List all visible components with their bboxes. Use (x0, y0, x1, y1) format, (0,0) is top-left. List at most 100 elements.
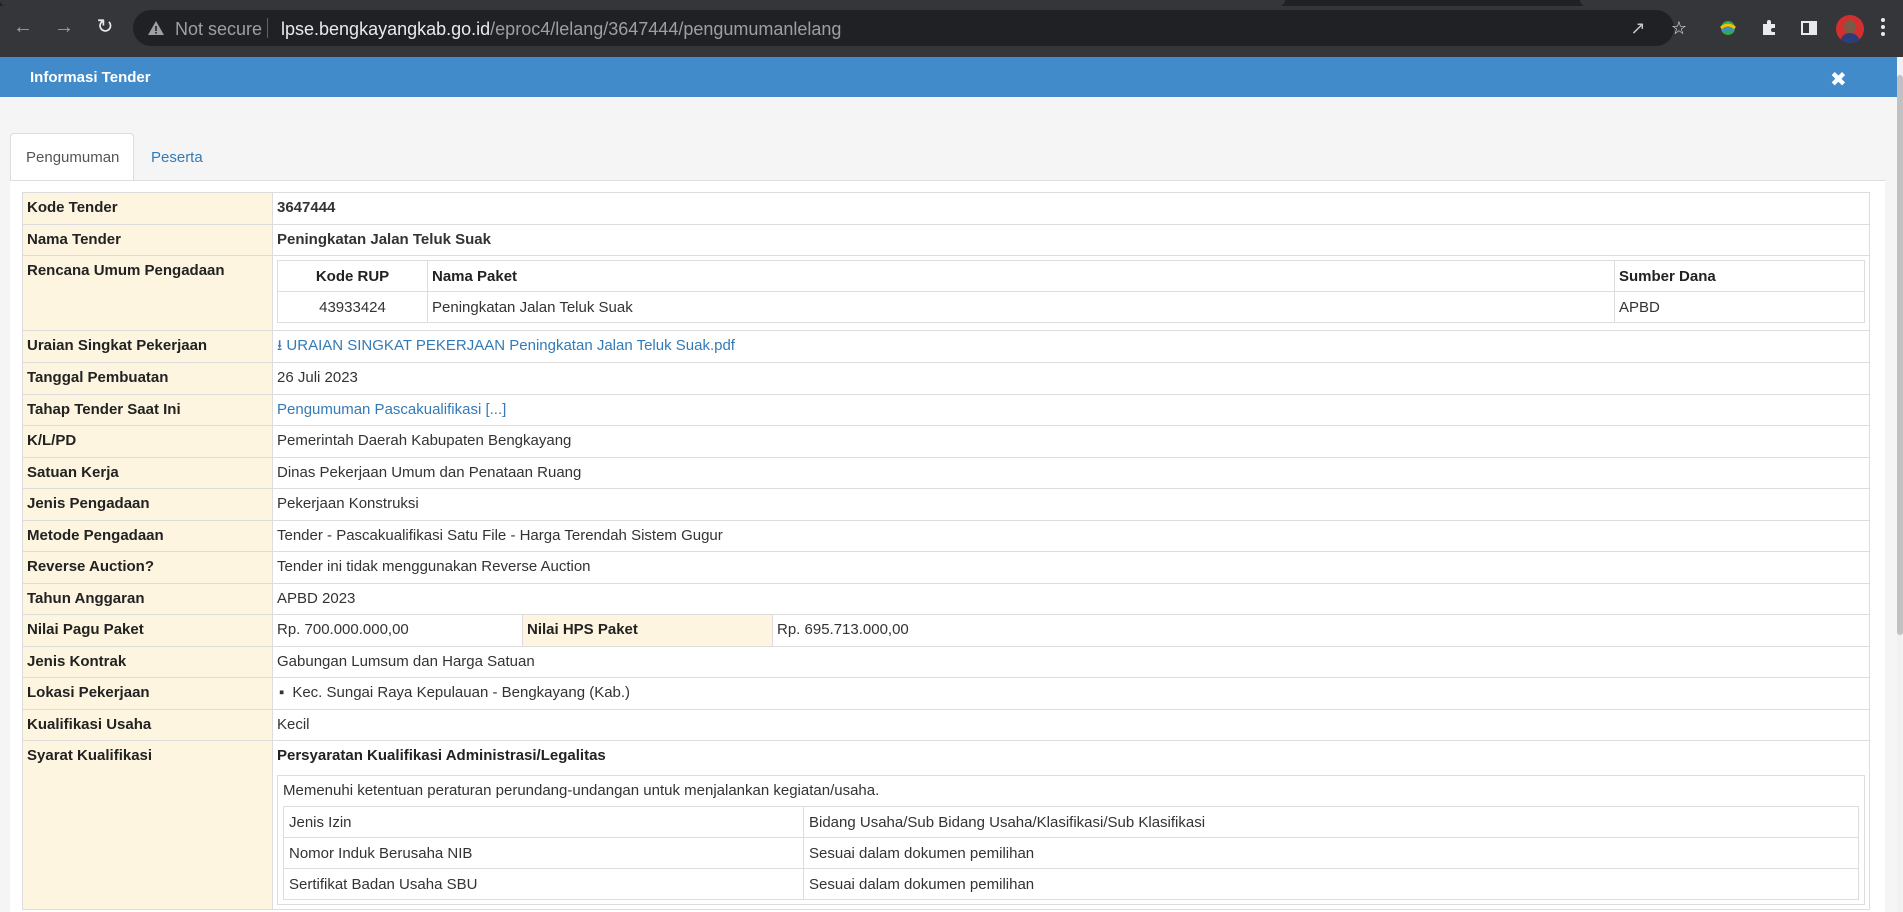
pagu-value: Rp. 700.000.000,00 (272, 614, 523, 647)
table-row: Jenis Izin Bidang Usaha/Sub Bidang Usaha… (283, 806, 1859, 838)
url-host: lpse.bengkayangkab.go.id (281, 19, 491, 39)
row-label: Tahap Tender Saat Ini (22, 394, 273, 426)
table-row: Nomor Induk Berusaha NIB Sesuai dalam do… (283, 837, 1859, 869)
kualifikasi-value: Kecil (272, 709, 1870, 741)
izin-nib-label: Nomor Induk Berusaha NIB (283, 837, 804, 869)
uraian-cell: ⭳ URAIAN SINGKAT PEKERJAAN Peningkatan J… (272, 330, 1870, 363)
table-row: Uraian Singkat Pekerjaan ⭳ URAIAN SINGKA… (22, 330, 1870, 363)
row-label: Metode Pengadaan (22, 520, 273, 552)
rup-table: Kode RUP Nama Paket Sumber Dana 43933424… (277, 260, 1865, 323)
lokasi-list: Kec. Sungai Raya Kepulauan - Bengkayang … (277, 678, 1865, 708)
izin-header-bidang: Bidang Usaha/Sub Bidang Usaha/Klasifikas… (803, 806, 1859, 838)
row-label: Jenis Kontrak (22, 646, 273, 678)
row-label: Nilai Pagu Paket (22, 614, 273, 647)
row-label: Lokasi Pekerjaan (22, 677, 273, 710)
tab-peserta[interactable]: Peserta (136, 133, 218, 181)
list-item: Kec. Sungai Raya Kepulauan - Bengkayang … (277, 678, 1865, 708)
modal-header: Informasi Tender ✖ (0, 57, 1897, 97)
bookmark-star-icon[interactable]: ☆ (1667, 16, 1691, 40)
modal-title: Informasi Tender (30, 69, 151, 86)
tab-strip (0, 0, 1903, 6)
table-row: Jenis Pengadaan Pekerjaan Konstruksi (22, 488, 1870, 521)
download-icon: ⭳ (277, 337, 287, 354)
tender-info-table: Kode Tender 3647444 Nama Tender Peningka… (22, 192, 1870, 910)
tahun-value: APBD 2023 (272, 583, 1870, 615)
rup-kode-value: 43933424 (277, 291, 428, 323)
table-row: Tahap Tender Saat Ini Pengumuman Pascaku… (22, 394, 1870, 426)
table-row: Nama Tender Peningkatan Jalan Teluk Suak (22, 224, 1870, 256)
omnibox-divider (267, 18, 268, 38)
row-label: Reverse Auction? (22, 551, 273, 584)
url-text[interactable]: lpse.bengkayangkab.go.id/eproc4/lelang/3… (281, 19, 841, 40)
izin-nib-value: Sesuai dalam dokumen pemilihan (803, 837, 1859, 869)
scrollbar-thumb[interactable] (1897, 75, 1903, 635)
browser-toolbar: ← → ↻ Not secure lpse.bengkayangkab.go.i… (0, 0, 1903, 57)
table-row: Syarat Kualifikasi Persyaratan Kualifika… (22, 740, 1870, 910)
table-row: Metode Pengadaan Tender - Pascakualifika… (22, 520, 1870, 552)
syarat-heading: Persyaratan Kualifikasi Administrasi/Leg… (277, 747, 606, 764)
extensions-puzzle-icon[interactable] (1757, 16, 1781, 40)
rup-header-sumber: Sumber Dana (1614, 260, 1865, 292)
tanggal-value: 26 Juli 2023 (272, 362, 1870, 395)
extension-globe-icon[interactable] (1716, 16, 1740, 40)
izin-table: Jenis Izin Bidang Usaha/Sub Bidang Usaha… (283, 806, 1859, 900)
tahap-link[interactable]: Pengumuman Pascakualifikasi [...] (277, 401, 506, 418)
satker-value: Dinas Pekerjaan Umum dan Penataan Ruang (272, 457, 1870, 489)
side-panel-icon[interactable] (1797, 16, 1821, 40)
modal-body: Pengumuman Peserta Kode Tender 3647444 N… (0, 97, 1897, 912)
row-label: Rencana Umum Pengadaan (22, 255, 273, 331)
uraian-download-link[interactable]: ⭳ URAIAN SINGKAT PEKERJAAN Peningkatan J… (277, 337, 735, 354)
table-row: K/L/PD Pemerintah Daerah Kabupaten Bengk… (22, 425, 1870, 458)
table-row: Tahun Anggaran APBD 2023 (22, 583, 1870, 615)
reload-icon[interactable]: ↻ (92, 14, 118, 40)
table-row: Satuan Kerja Dinas Pekerjaan Umum dan Pe… (22, 457, 1870, 489)
row-label: Satuan Kerja (22, 457, 273, 489)
profile-avatar[interactable] (1836, 15, 1864, 43)
scrollbar[interactable] (1897, 57, 1903, 912)
tab-panel: Kode Tender 3647444 Nama Tender Peningka… (10, 180, 1885, 912)
row-label: Kode Tender (22, 192, 273, 225)
table-row: Reverse Auction? Tender ini tidak menggu… (22, 551, 1870, 584)
hps-value: Rp. 695.713.000,00 (772, 614, 1870, 647)
page-viewport: Informasi Tender ✖ Pengumuman Peserta Ko… (0, 57, 1903, 912)
warning-icon[interactable] (147, 19, 165, 37)
lokasi-cell: Kec. Sungai Raya Kepulauan - Bengkayang … (272, 677, 1870, 710)
close-icon[interactable]: ✖ (1830, 67, 1847, 92)
klpd-value: Pemerintah Daerah Kabupaten Bengkayang (272, 425, 1870, 458)
metode-value: Tender - Pascakualifikasi Satu File - Ha… (272, 520, 1870, 552)
url-path: /eproc4/lelang/3647444/pengumumanlelang (490, 19, 842, 39)
row-label: Jenis Pengadaan (22, 488, 273, 521)
reverse-value: Tender ini tidak menggunakan Reverse Auc… (272, 551, 1870, 584)
back-icon[interactable]: ← (10, 14, 36, 40)
jenis-pengadaan-value: Pekerjaan Konstruksi (272, 488, 1870, 521)
browser-menu-icon[interactable] (1880, 18, 1886, 38)
row-label: Syarat Kualifikasi (22, 740, 273, 910)
table-row: Tanggal Pembuatan 26 Juli 2023 (22, 362, 1870, 395)
row-label: K/L/PD (22, 425, 273, 458)
row-label: Kualifikasi Usaha (22, 709, 273, 741)
table-row: Rencana Umum Pengadaan Kode RUP Nama Pak… (22, 255, 1870, 331)
rup-nama-value: Peningkatan Jalan Teluk Suak (427, 291, 1615, 323)
row-label: Tanggal Pembuatan (22, 362, 273, 395)
table-row: Sertifikat Badan Usaha SBU Sesuai dalam … (283, 868, 1859, 900)
izin-sbu-label: Sertifikat Badan Usaha SBU (283, 868, 804, 900)
share-icon[interactable]: ↗ (1626, 16, 1650, 40)
forward-icon[interactable]: → (51, 14, 77, 40)
table-row: Nilai Pagu Paket Rp. 700.000.000,00 Nila… (22, 614, 1870, 647)
table-row: Kualifikasi Usaha Kecil (22, 709, 1870, 741)
row-label: Uraian Singkat Pekerjaan (22, 330, 273, 363)
syarat-box: Memenuhi ketentuan peraturan perundang-u… (277, 775, 1865, 905)
address-bar[interactable]: Not secure lpse.bengkayangkab.go.id/epro… (133, 10, 1674, 46)
table-row: Kode Tender 3647444 (22, 192, 1870, 225)
kontrak-value: Gabungan Lumsum dan Harga Satuan (272, 646, 1870, 678)
rup-cell: Kode RUP Nama Paket Sumber Dana 43933424… (272, 255, 1870, 331)
table-row: Lokasi Pekerjaan Kec. Sungai Raya Kepula… (22, 677, 1870, 710)
tab-pengumuman[interactable]: Pengumuman (10, 133, 134, 181)
hps-label: Nilai HPS Paket (522, 614, 773, 647)
security-label[interactable]: Not secure (175, 19, 262, 40)
tahap-cell: Pengumuman Pascakualifikasi [...] (272, 394, 1870, 426)
syarat-description: Memenuhi ketentuan peraturan perundang-u… (283, 782, 880, 799)
row-label: Nama Tender (22, 224, 273, 256)
izin-header-jenis: Jenis Izin (283, 806, 804, 838)
rup-header-nama: Nama Paket (427, 260, 1615, 292)
